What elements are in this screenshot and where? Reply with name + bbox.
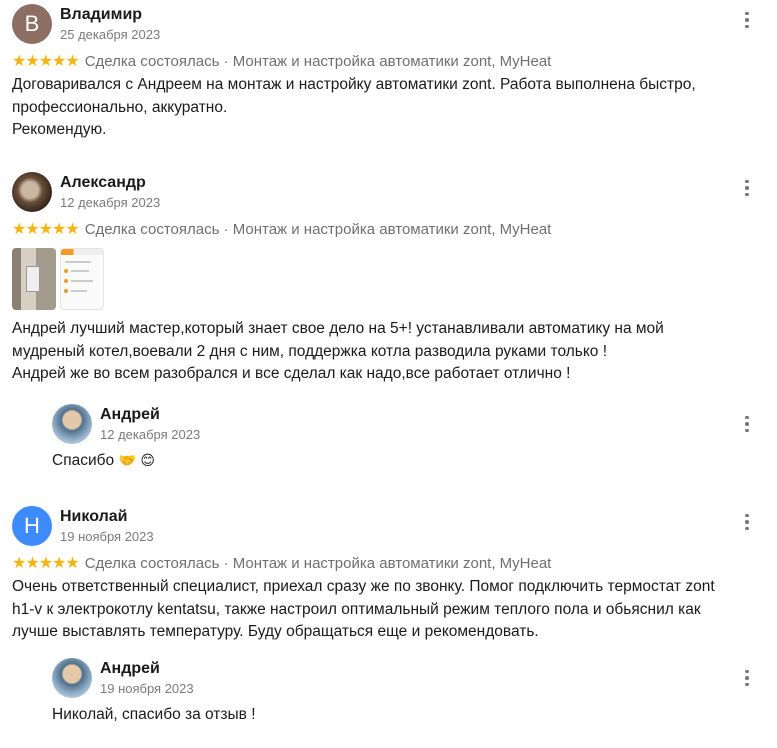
avatar[interactable] xyxy=(52,404,92,444)
review-text-line: Андрей лучший мастер,который знает свое … xyxy=(12,320,664,360)
reply-date: 19 ноября 2023 xyxy=(100,681,194,696)
review-item: Н Николай 19 ноября 2023 ★★★★★ Сделка со… xyxy=(12,506,749,644)
avatar[interactable] xyxy=(52,658,92,698)
rating-stars: ★★★★★ xyxy=(12,221,80,238)
author-name[interactable]: Владимир xyxy=(60,6,142,24)
reply-text-content: Николай, спасибо за отзыв ! xyxy=(52,706,256,723)
review-photo[interactable] xyxy=(60,248,104,310)
author-name[interactable]: Николай xyxy=(60,508,127,526)
review-text-line: Андрей же во всем разобрался и все сдела… xyxy=(12,365,571,382)
review-text: Очень ответственный специалист, приехал … xyxy=(12,576,737,644)
review-photos xyxy=(12,248,737,310)
deal-info: Сделка состоялась · Монтаж и настройка а… xyxy=(84,554,552,572)
author-name[interactable]: Александр xyxy=(60,174,146,192)
deal-info: Сделка состоялась · Монтаж и настройка а… xyxy=(84,52,552,70)
avatar[interactable]: В xyxy=(12,4,52,44)
reply-text: Николай, спасибо за отзыв ! xyxy=(52,704,737,727)
rating-stars: ★★★★★ xyxy=(12,53,80,70)
review-text: Андрей лучший мастер,который знает свое … xyxy=(12,318,737,386)
review-date: 12 декабря 2023 xyxy=(60,195,161,210)
reply-header: Андрей 12 декабря 2023 xyxy=(52,404,749,446)
owner-reply: Андрей 19 ноября 2023 Николай, спасибо з… xyxy=(52,658,749,727)
review-meta: ★★★★★ Сделка состоялась · Монтаж и настр… xyxy=(12,50,737,72)
review-header: Н Николай 19 ноября 2023 xyxy=(12,506,749,548)
reply-text: Спасибо 🤝 😊 xyxy=(52,450,737,473)
review-text: Договаривался с Андреем на монтаж и наст… xyxy=(12,74,737,142)
review-header: В Владимир 25 декабря 2023 xyxy=(12,4,749,46)
deal-info: Сделка состоялась · Монтаж и настройка а… xyxy=(84,220,552,238)
reply-text-content: Спасибо xyxy=(52,452,115,469)
review-date: 25 декабря 2023 xyxy=(60,27,161,42)
emoji: 🤝 😊 xyxy=(118,453,155,469)
more-vertical-icon[interactable] xyxy=(737,178,757,198)
review-text-line: Очень ответственный специалист, приехал … xyxy=(12,578,715,640)
review-meta: ★★★★★ Сделка состоялась · Монтаж и настр… xyxy=(12,218,737,240)
reply-date: 12 декабря 2023 xyxy=(100,427,201,442)
reply-header: Андрей 19 ноября 2023 xyxy=(52,658,749,700)
more-vertical-icon[interactable] xyxy=(737,512,757,532)
avatar[interactable] xyxy=(12,172,52,212)
author-name[interactable]: Андрей xyxy=(100,660,160,678)
review-date: 19 ноября 2023 xyxy=(60,529,154,544)
review-text-line: Договаривался с Андреем на монтаж и наст… xyxy=(12,76,696,116)
review-meta: ★★★★★ Сделка состоялась · Монтаж и настр… xyxy=(12,552,737,574)
review-text-line: Рекомендую. xyxy=(12,121,107,138)
author-name[interactable]: Андрей xyxy=(100,406,160,424)
more-vertical-icon[interactable] xyxy=(737,10,757,30)
review-item: В Владимир 25 декабря 2023 ★★★★★ Сделка … xyxy=(12,4,749,142)
more-vertical-icon[interactable] xyxy=(737,414,757,434)
owner-reply: Андрей 12 декабря 2023 Спасибо 🤝 😊 xyxy=(52,404,749,473)
more-vertical-icon[interactable] xyxy=(737,668,757,688)
avatar[interactable]: Н xyxy=(12,506,52,546)
reviews-list: В Владимир 25 декабря 2023 ★★★★★ Сделка … xyxy=(0,0,777,748)
review-photo[interactable] xyxy=(12,248,56,310)
rating-stars: ★★★★★ xyxy=(12,555,80,572)
review-item: Александр 12 декабря 2023 ★★★★★ Сделка с… xyxy=(12,172,749,386)
review-header: Александр 12 декабря 2023 xyxy=(12,172,749,214)
